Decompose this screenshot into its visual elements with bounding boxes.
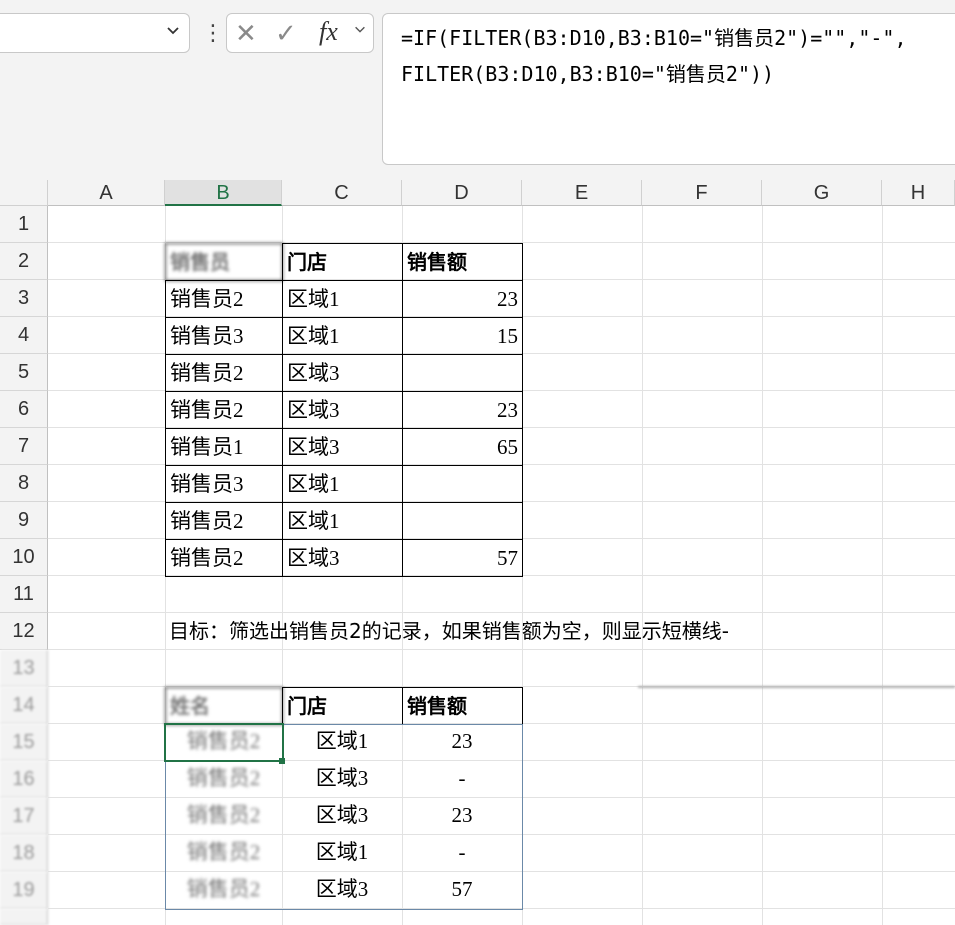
column-header-c[interactable]: C — [282, 180, 402, 206]
row-header[interactable]: 6 — [0, 391, 48, 428]
row-header-obscured[interactable]: 13 — [0, 650, 48, 687]
table-cell[interactable]: 区域3 — [282, 391, 403, 429]
row-header[interactable]: 9 — [0, 502, 48, 539]
table-cell[interactable]: 区域3 — [282, 797, 402, 834]
gridline — [762, 206, 763, 925]
row-header-obscured[interactable]: 15 — [0, 724, 48, 761]
table-cell[interactable]: 销售员2 — [165, 280, 283, 318]
row-header[interactable]: 12 — [0, 613, 48, 650]
table2-header-obscured[interactable]: 姓名 — [165, 687, 283, 725]
column-header-f[interactable]: F — [642, 180, 762, 206]
table-cell[interactable]: 区域3 — [282, 428, 403, 466]
column-header-b[interactable]: B — [165, 180, 282, 206]
row-header[interactable]: 1 — [0, 206, 48, 243]
row-header-obscured[interactable]: 14 — [0, 687, 48, 724]
table-cell[interactable] — [402, 354, 523, 392]
gridline — [48, 908, 955, 909]
table2-header-store[interactable]: 门店 — [282, 687, 403, 725]
spreadsheet-grid[interactable]: A B C D E F G H 1 2 3 4 5 6 7 8 9 10 11 … — [0, 180, 955, 925]
table2-cell-obscured[interactable]: 销售员2 — [165, 760, 282, 797]
table-cell[interactable]: 区域1 — [282, 280, 403, 318]
column-header-a[interactable]: A — [48, 180, 165, 206]
cancel-icon[interactable]: ✕ — [235, 18, 257, 49]
table-cell[interactable]: 65 — [402, 428, 523, 466]
column-header-e[interactable]: E — [522, 180, 642, 206]
table-cell[interactable]: 23 — [402, 391, 523, 429]
table-cell[interactable] — [402, 502, 523, 540]
fill-handle[interactable] — [279, 758, 285, 764]
table-cell[interactable]: 23 — [402, 723, 522, 760]
column-header-g[interactable]: G — [762, 180, 882, 206]
formula-bar-area: ⋮ ✕ ✓ fx =IF(FILTER(B3:D10,B3:B10="销售员2"… — [0, 0, 955, 180]
row-header-obscured[interactable]: 17 — [0, 798, 48, 835]
column-header-h[interactable]: H — [882, 180, 955, 206]
row-header-obscured[interactable] — [0, 909, 48, 925]
row-header-obscured[interactable]: 16 — [0, 761, 48, 798]
chevron-down-icon[interactable] — [165, 22, 181, 43]
table-cell[interactable]: 区域3 — [282, 539, 403, 577]
column-header-d[interactable]: D — [402, 180, 522, 206]
table-cell[interactable]: 区域3 — [282, 354, 403, 392]
row-header[interactable]: 3 — [0, 280, 48, 317]
table2-cell-obscured[interactable]: 销售员2 — [165, 834, 282, 871]
table-cell[interactable]: 57 — [402, 539, 523, 577]
name-box[interactable] — [0, 13, 190, 53]
cell-area[interactable]: 销售员 门店 销售额 销售员2 区域1 23 销售员3 区域1 15 销售员2 … — [48, 206, 955, 925]
table1-header-store[interactable]: 门店 — [282, 243, 403, 281]
enter-icon[interactable]: ✓ — [275, 18, 297, 49]
row-header[interactable]: 10 — [0, 539, 48, 576]
chevron-down-icon[interactable] — [353, 22, 367, 41]
table-cell[interactable]: 销售员1 — [165, 428, 283, 466]
active-cell-outline — [164, 723, 284, 762]
table-cell[interactable]: 区域1 — [282, 465, 403, 503]
table-cell[interactable]: 23 — [402, 797, 522, 834]
table1-header-sales[interactable]: 销售额 — [402, 243, 523, 281]
table-cell[interactable]: 区域1 — [282, 834, 402, 871]
table-cell[interactable]: 销售员2 — [165, 391, 283, 429]
table1-header-obscured[interactable]: 销售员 — [165, 243, 283, 281]
table-cell[interactable]: 区域3 — [282, 760, 402, 797]
formula-line-2: FILTER(B3:D10,B3:B10="销售员2")) — [401, 62, 775, 86]
row-header[interactable]: 5 — [0, 354, 48, 391]
table2-cell-obscured[interactable]: 销售员2 — [165, 797, 282, 834]
row-header[interactable]: 7 — [0, 428, 48, 465]
table-cell[interactable]: 区域1 — [282, 723, 402, 760]
table-cell[interactable]: 销售员2 — [165, 502, 283, 540]
formula-line-1: =IF(FILTER(B3:D10,B3:B10="销售员2")="","-", — [401, 26, 907, 50]
table-cell[interactable]: 销售员3 — [165, 317, 283, 355]
table-cell[interactable]: - — [402, 760, 522, 797]
table-cell[interactable]: - — [402, 834, 522, 871]
table-cell[interactable]: 15 — [402, 317, 523, 355]
row-header[interactable]: 8 — [0, 465, 48, 502]
insert-function-icon[interactable]: fx — [319, 17, 338, 47]
gridline — [642, 206, 643, 925]
more-options-icon[interactable]: ⋮ — [202, 18, 224, 48]
formula-controls: ✕ ✓ fx — [226, 13, 374, 53]
row-header[interactable]: 4 — [0, 317, 48, 354]
select-all-corner[interactable] — [0, 180, 48, 206]
table-cell[interactable]: 区域3 — [282, 871, 402, 908]
row-header[interactable]: 11 — [0, 576, 48, 613]
goal-note[interactable]: 目标：筛选出销售员2的记录，如果销售额为空，则显示短横线- — [169, 613, 729, 650]
row-header[interactable]: 2 — [0, 243, 48, 280]
table-cell[interactable]: 23 — [402, 280, 523, 318]
table-cell[interactable]: 57 — [402, 871, 522, 908]
table-cell[interactable]: 销售员3 — [165, 465, 283, 503]
table2-cell-obscured[interactable]: 销售员2 — [165, 871, 282, 908]
obscured-line — [638, 686, 955, 688]
table-cell[interactable] — [402, 465, 523, 503]
table2-header-sales[interactable]: 销售额 — [402, 687, 523, 725]
table-cell[interactable]: 区域1 — [282, 317, 403, 355]
row-header-obscured[interactable]: 19 — [0, 872, 48, 909]
gridline — [882, 206, 883, 925]
table-cell[interactable]: 销售员2 — [165, 354, 283, 392]
formula-input[interactable]: =IF(FILTER(B3:D10,B3:B10="销售员2")="","-",… — [382, 13, 955, 165]
table-cell[interactable]: 销售员2 — [165, 539, 283, 577]
table-cell[interactable]: 区域1 — [282, 502, 403, 540]
row-header-obscured[interactable]: 18 — [0, 835, 48, 872]
